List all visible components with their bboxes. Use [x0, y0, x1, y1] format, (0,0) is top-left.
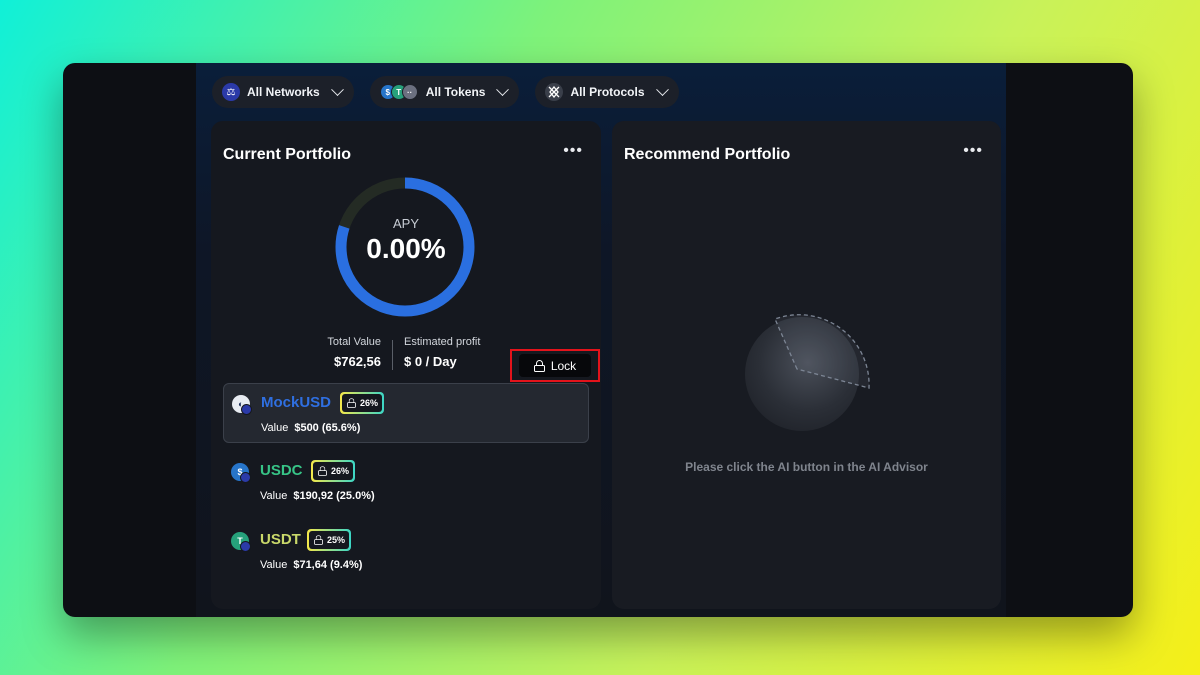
- network-icon: ⚖: [222, 83, 240, 101]
- recommend-portfolio-panel: Recommend Portfolio ••• Please click the…: [612, 121, 1001, 609]
- lock-icon: [347, 398, 356, 408]
- apy-label: APY: [392, 216, 419, 231]
- apy-badge-value: 26%: [331, 466, 350, 476]
- apy-badge: 25%: [307, 529, 352, 551]
- tokens-icon: $ T ··: [379, 84, 418, 100]
- lock-button[interactable]: Lock: [519, 354, 591, 377]
- protocols-filter-label: All Protocols: [570, 85, 645, 99]
- stats-divider: [392, 340, 393, 370]
- estimated-profit-stat: Estimated profit $ 0 / Day: [404, 336, 480, 369]
- current-portfolio-title: Current Portfolio: [223, 146, 351, 163]
- total-value-stat: Total Value $762,56: [324, 336, 381, 369]
- tokens-filter-label: All Tokens: [425, 85, 486, 99]
- asset-value: Value $190,92 (25.0%): [260, 490, 375, 502]
- filter-bar: ⚖ All Networks $ T ·· All Tokens All Pro…: [212, 76, 679, 108]
- asset-value: Value $71,64 (9.4%): [260, 559, 363, 571]
- protocols-filter[interactable]: All Protocols: [535, 76, 679, 108]
- protocol-icon: [545, 83, 564, 101]
- lock-icon: [314, 535, 323, 545]
- more-options-icon[interactable]: •••: [963, 143, 983, 159]
- networks-filter[interactable]: ⚖ All Networks: [212, 76, 354, 108]
- lock-icon: [318, 466, 327, 476]
- asset-row-usdc[interactable]: $ USDC 26% Value $190,92 (25.0%): [223, 452, 589, 512]
- app-window: ⚖ All Networks $ T ·· All Tokens All Pro…: [63, 63, 1133, 617]
- recommend-portfolio-title: Recommend Portfolio: [624, 146, 791, 163]
- empty-portfolio-illustration: [745, 314, 870, 431]
- apy-badge: 26%: [340, 392, 385, 414]
- network-badge-icon: [240, 472, 251, 483]
- networks-filter-label: All Networks: [247, 85, 320, 99]
- apy-badge-value: 25%: [327, 535, 346, 545]
- asset-name: USDT: [260, 531, 301, 548]
- chevron-down-icon: [655, 82, 669, 96]
- network-badge-icon: [240, 541, 251, 552]
- network-badge-icon: [241, 404, 252, 415]
- apy-badge-value: 26%: [360, 398, 379, 408]
- lock-icon: [533, 359, 545, 372]
- estimated-profit-label: Estimated profit: [404, 336, 481, 348]
- empty-state-hint: Please click the AI button in the AI Adv…: [685, 460, 928, 474]
- apy-badge: 26%: [311, 460, 356, 482]
- estimated-profit-value: $ 0 / Day: [404, 354, 457, 369]
- apy-value: 0.00%: [366, 233, 446, 264]
- more-options-icon[interactable]: •••: [563, 143, 583, 159]
- asset-row-usdt[interactable]: T USDT 25% Value $71,64 (9.4%): [223, 521, 589, 581]
- chevron-down-icon: [330, 82, 344, 96]
- total-value-label: Total Value: [327, 336, 381, 348]
- chevron-down-icon: [496, 82, 510, 96]
- total-value: $762,56: [334, 354, 381, 369]
- asset-row-mockusd[interactable]: ◐ MockUSD 26% Value $500 (65.6%): [223, 383, 589, 443]
- lock-button-label: Lock: [550, 358, 577, 373]
- tokens-filter[interactable]: $ T ·· All Tokens: [369, 76, 520, 108]
- asset-name: MockUSD: [261, 394, 332, 411]
- asset-value: Value $500 (65.6%): [261, 422, 361, 434]
- asset-name: USDC: [260, 462, 303, 479]
